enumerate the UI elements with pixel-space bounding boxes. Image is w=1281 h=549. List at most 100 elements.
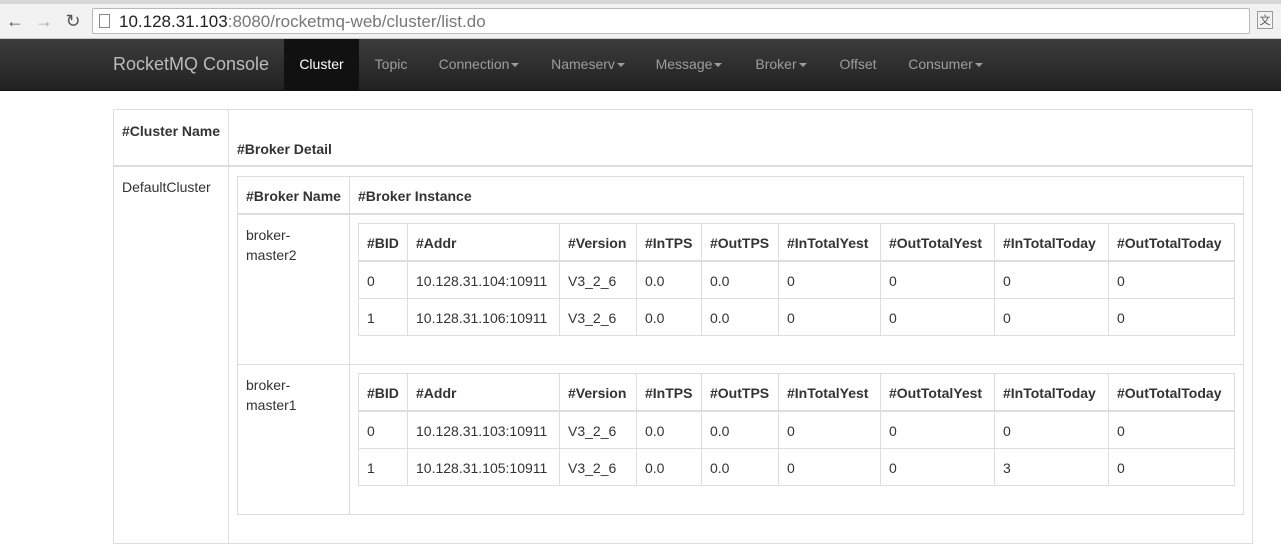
header-broker-name: #Broker Name xyxy=(246,188,341,204)
instance-table: #BID #Addr #Version #InTPS #OutTPS #InTo… xyxy=(358,373,1235,486)
broker-name-cell: broker- master2 xyxy=(246,225,297,265)
cell-intotalyest: 0 xyxy=(787,273,795,289)
cell-intotalyest: 0 xyxy=(787,310,795,326)
col-divider xyxy=(1108,374,1109,485)
back-arrow-icon[interactable]: ← xyxy=(4,9,26,33)
reload-icon[interactable]: ↻ xyxy=(62,9,84,33)
col-divider xyxy=(559,374,560,485)
cell-version: V3_2_6 xyxy=(568,423,617,439)
col-header-intps: #InTPS xyxy=(645,235,693,251)
col-header-outtotaltoday: #OutTotalToday xyxy=(1117,235,1222,251)
nav-label: Broker xyxy=(755,56,797,72)
brand-logo-text[interactable]: RocketMQ Console xyxy=(113,54,269,75)
cell-outtotalyest: 0 xyxy=(889,423,897,439)
cell-outtps: 0.0 xyxy=(710,273,730,289)
cell-intotaltoday: 0 xyxy=(1003,273,1011,289)
cell-version: V3_2_6 xyxy=(568,310,617,326)
instance-header-border xyxy=(359,260,1234,262)
nav-label: Consumer xyxy=(908,56,973,72)
translate-icon[interactable]: 文 xyxy=(1257,11,1273,29)
cell-intotalyest: 0 xyxy=(787,460,795,476)
col-header-bid: #BID xyxy=(367,385,399,401)
nav-topic[interactable]: Topic xyxy=(361,39,421,90)
col-header-version: #Version xyxy=(568,235,627,251)
col-header-intotalyest: #InTotalYest xyxy=(787,385,869,401)
nav-consumer[interactable]: Consumer xyxy=(893,39,998,90)
cell-outtps: 0.0 xyxy=(710,423,730,439)
nav-cluster[interactable]: Cluster xyxy=(284,39,359,90)
col-divider xyxy=(636,224,637,335)
cluster-table-header xyxy=(114,110,1252,167)
col-header-outtotaltoday: #OutTotalToday xyxy=(1117,385,1222,401)
cell-outtotaltoday: 0 xyxy=(1117,310,1125,326)
nav-label: Topic xyxy=(374,56,408,72)
cell-intotaltoday: 3 xyxy=(1003,460,1011,476)
nav-label: Connection xyxy=(438,56,510,72)
nav-broker[interactable]: Broker xyxy=(740,39,822,90)
cluster-name-cell: DefaultCluster xyxy=(122,179,211,195)
header-broker-instance: #Broker Instance xyxy=(358,188,472,204)
cell-outtps: 0.0 xyxy=(710,460,730,476)
cell-intps: 0.0 xyxy=(645,423,665,439)
cell-outtotaltoday: 0 xyxy=(1117,423,1125,439)
row-divider xyxy=(238,364,1243,365)
nav-connection[interactable]: Connection xyxy=(425,39,533,90)
caret-down-icon xyxy=(511,63,520,68)
col-divider xyxy=(407,224,408,335)
broker-name-line: broker- xyxy=(246,227,291,243)
cell-addr: 10.128.31.106:10911 xyxy=(416,310,548,326)
col-header-intotaltoday: #InTotalToday xyxy=(1003,385,1096,401)
browser-toolbar: ← → ↻ 10.128.31.103:8080/rocketmq-web/cl… xyxy=(0,4,1281,39)
col-header-intotalyest: #InTotalYest xyxy=(787,235,869,251)
page-icon xyxy=(99,14,110,28)
col-divider xyxy=(994,374,995,485)
cell-bid: 1 xyxy=(367,460,375,476)
url-path: :8080/rocketmq-web/cluster/list.do xyxy=(227,12,486,31)
nav-label: Cluster xyxy=(299,56,344,72)
col-divider xyxy=(701,374,702,485)
nav-label: Nameserv xyxy=(551,56,615,72)
cell-addr: 10.128.31.104:10911 xyxy=(416,273,548,289)
url-text: 10.128.31.103:8080/rocketmq-web/cluster/… xyxy=(119,12,486,32)
navbar: RocketMQ Console Cluster Topic Connectio… xyxy=(0,39,1281,91)
cell-intotaltoday: 0 xyxy=(1003,310,1011,326)
cell-outtotaltoday: 0 xyxy=(1117,460,1125,476)
col-divider xyxy=(778,374,779,485)
col-divider xyxy=(1108,224,1109,335)
col-header-outtps: #OutTPS xyxy=(710,235,770,251)
nav-offset[interactable]: Offset xyxy=(827,39,889,90)
col-divider xyxy=(559,224,560,335)
col-header-outtotalyest: #OutTotalYest xyxy=(889,235,983,251)
broker-name-line: master2 xyxy=(246,247,297,263)
instance-header-border xyxy=(359,410,1234,412)
caret-down-icon xyxy=(798,63,807,68)
forward-arrow-icon[interactable]: → xyxy=(33,9,55,33)
col-divider xyxy=(636,374,637,485)
cell-outtps: 0.0 xyxy=(710,310,730,326)
col-header-outtotalyest: #OutTotalYest xyxy=(889,385,983,401)
cell-intotalyest: 0 xyxy=(787,423,795,439)
nav-message[interactable]: Message xyxy=(643,39,735,90)
cell-bid: 0 xyxy=(367,423,375,439)
nav-label: Message xyxy=(655,56,713,72)
cell-bid: 0 xyxy=(367,273,375,289)
cell-outtotalyest: 0 xyxy=(889,310,897,326)
cell-outtotalyest: 0 xyxy=(889,273,897,289)
instance-table: #BID #Addr #Version #InTPS #OutTPS #InTo… xyxy=(358,223,1235,336)
header-broker-detail: #Broker Detail xyxy=(237,141,332,157)
cell-outtotalyest: 0 xyxy=(889,460,897,476)
caret-down-icon xyxy=(616,63,625,68)
cell-addr: 10.128.31.105:10911 xyxy=(416,460,548,476)
cell-bid: 1 xyxy=(367,310,375,326)
col-divider xyxy=(701,224,702,335)
address-bar[interactable]: 10.128.31.103:8080/rocketmq-web/cluster/… xyxy=(92,8,1250,34)
col-header-intps: #InTPS xyxy=(645,385,693,401)
col-divider xyxy=(778,224,779,335)
broker-name-line: broker- xyxy=(246,377,291,393)
col-divider xyxy=(880,224,881,335)
cell-addr: 10.128.31.103:10911 xyxy=(416,423,548,439)
caret-down-icon xyxy=(974,63,983,68)
col-header-outtps: #OutTPS xyxy=(710,385,770,401)
row-divider xyxy=(359,298,1234,299)
nav-nameserv[interactable]: Nameserv xyxy=(538,39,638,90)
